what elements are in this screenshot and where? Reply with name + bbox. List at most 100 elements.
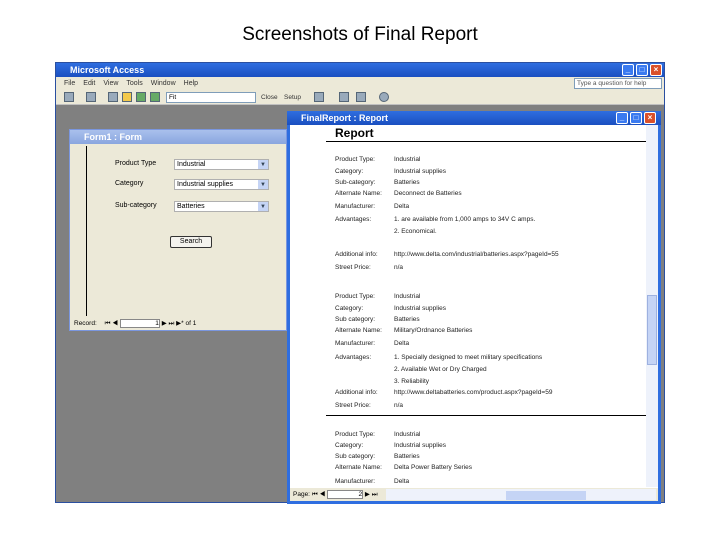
database-window-icon[interactable] (339, 92, 349, 102)
prev-page-button[interactable]: ◀ (319, 491, 325, 498)
record-number-input[interactable]: 1 (119, 319, 160, 328)
zoom-icon[interactable] (108, 92, 118, 102)
app-title-bar: Microsoft Access _ □ × (56, 63, 664, 77)
record-count: of 1 (185, 320, 197, 327)
two-pages-icon[interactable] (136, 92, 146, 102)
report-field-value: 2. Economical. (394, 228, 437, 235)
search-button[interactable]: Search (170, 236, 212, 248)
report-field-label: Additional info: (335, 251, 378, 258)
menu-help[interactable]: Help (184, 80, 198, 87)
last-page-button[interactable]: ⏭ (372, 491, 378, 498)
report-field-label: Alternate Name: (335, 327, 382, 334)
menu-view[interactable]: View (103, 80, 118, 87)
report-field-value: Delta Power Battery Series (394, 464, 473, 471)
close-button[interactable]: × (644, 112, 656, 124)
report-field-label: Product Type: (335, 293, 375, 300)
chevron-down-icon[interactable]: ▼ (258, 160, 268, 169)
one-page-icon[interactable] (122, 92, 132, 102)
minimize-button[interactable]: _ (616, 112, 628, 124)
toolbar: Fit Close Setup (56, 90, 664, 105)
category-combo[interactable]: Industrial supplies ▼ (174, 179, 269, 190)
report-field-label: Sub category: (335, 316, 376, 323)
report-field-value: Delta (394, 340, 410, 347)
report-field-value: Industrial (394, 431, 421, 438)
sub-category-value: Batteries (177, 203, 205, 210)
report-field-value: Batteries (394, 316, 420, 323)
report-field-label: Category: (335, 442, 364, 449)
record-label: Record: (74, 320, 97, 327)
divider (326, 415, 646, 416)
report-field-value: Military/Ordnance Batteries (394, 327, 473, 334)
report-field-label: Advantages: (335, 216, 372, 223)
zoom-select[interactable]: Fit (166, 92, 256, 103)
maximize-button[interactable]: □ (636, 64, 648, 76)
report-window-title: FinalReport : Report (301, 113, 388, 123)
design-view-icon[interactable] (64, 92, 74, 102)
help-icon[interactable] (379, 92, 389, 102)
chevron-down-icon[interactable]: ▼ (258, 180, 268, 189)
help-search-input[interactable]: Type a question for help (574, 78, 662, 89)
menu-tools[interactable]: Tools (126, 80, 142, 87)
office-links-icon[interactable] (314, 92, 324, 102)
sub-category-combo[interactable]: Batteries ▼ (174, 201, 269, 212)
prev-record-button[interactable]: ◀ (112, 320, 118, 327)
report-page: Report Product Type: Industrial Category: I… (290, 125, 646, 491)
next-page-button[interactable]: ▶ (365, 491, 370, 498)
report-field-value: 1. Specially designed to meet military s… (394, 354, 543, 361)
page-label: Page: (293, 491, 310, 498)
multiple-pages-icon[interactable] (150, 92, 160, 102)
report-field-value: Industrial (394, 156, 421, 163)
report-field-value: Deconnect de Batteries (394, 190, 462, 197)
menu-file[interactable]: File (64, 80, 75, 87)
menu-window[interactable]: Window (151, 80, 176, 87)
form-title-bar: Form1 : Form (70, 130, 286, 144)
record-selector[interactable] (77, 146, 87, 316)
scroll-thumb[interactable] (506, 491, 586, 500)
page-number-input[interactable]: 2 (327, 490, 364, 499)
next-record-button[interactable]: ▶ (162, 320, 167, 327)
last-record-button[interactable]: ⏭ (169, 320, 175, 327)
minimize-button[interactable]: _ (622, 64, 634, 76)
new-object-icon[interactable] (356, 92, 366, 102)
print-icon[interactable] (86, 92, 96, 102)
menu-bar: File Edit View Tools Window Help Type a quest… (56, 77, 664, 90)
report-title-bar: FinalReport : Report _ □ × (287, 111, 661, 125)
vertical-scrollbar[interactable] (646, 125, 658, 487)
divider (326, 141, 646, 142)
maximize-button[interactable]: □ (630, 112, 642, 124)
scroll-thumb[interactable] (647, 295, 657, 365)
product-type-combo[interactable]: Industrial ▼ (174, 159, 269, 170)
report-field-value: Industrial (394, 293, 421, 300)
report-field-label: Sub category: (335, 453, 376, 460)
slide-title: Screenshots of Final Report (242, 24, 478, 45)
report-field-label: Product Type: (335, 156, 375, 163)
report-field-value: Industrial supplies (394, 305, 447, 312)
record-navigation: Record: ⏮ ◀ 1 ▶ ⏭ ▶* of 1 (70, 318, 286, 330)
report-field-value: http://www.deltabatteries.com/product.as… (394, 389, 553, 396)
chevron-down-icon[interactable]: ▼ (258, 202, 268, 211)
report-field-label: Alternate Name: (335, 464, 382, 471)
report-field-value: 1. are available from 1,000 amps to 34V … (394, 216, 536, 223)
report-field-label: Sub-category: (335, 179, 376, 186)
close-preview-button[interactable]: Close (261, 92, 278, 103)
page-navigation: Page: ⏮ ◀ 2 ▶ ⏭ (290, 488, 658, 501)
first-page-button[interactable]: ⏮ (312, 491, 318, 498)
horizontal-scrollbar[interactable] (386, 489, 656, 500)
report-field-value: n/a (394, 264, 404, 271)
report-field-label: Category: (335, 168, 364, 175)
new-record-button[interactable]: ▶* (176, 320, 184, 327)
first-record-button[interactable]: ⏮ (105, 320, 111, 327)
report-field-label: Street Price: (335, 402, 371, 409)
report-field-label: Street Price: (335, 264, 371, 271)
report-field-value: n/a (394, 402, 404, 409)
report-field-value: Delta (394, 478, 410, 485)
report-field-label: Advantages: (335, 354, 372, 361)
report-field-label: Manufacturer: (335, 203, 376, 210)
report-field-label: Manufacturer: (335, 340, 376, 347)
product-type-value: Industrial (177, 161, 206, 168)
category-label: Category (115, 180, 144, 187)
close-button[interactable]: × (650, 64, 662, 76)
report-field-value: Industrial supplies (394, 168, 447, 175)
setup-button[interactable]: Setup (284, 92, 301, 103)
menu-edit[interactable]: Edit (83, 80, 95, 87)
